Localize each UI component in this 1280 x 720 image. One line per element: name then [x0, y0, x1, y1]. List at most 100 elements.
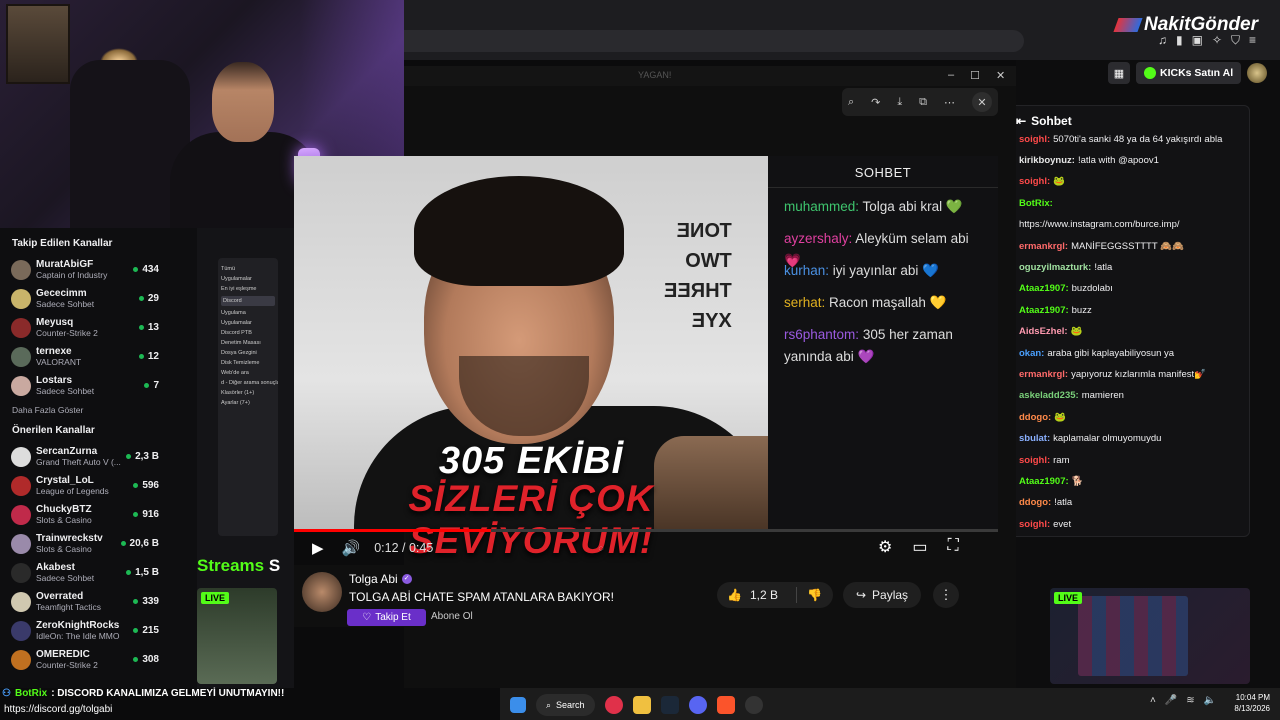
- share-arrow-icon[interactable]: ↷: [871, 96, 880, 109]
- sidebar-channel-chuckybtz[interactable]: ChuckyBTZ Slots & Casino 916: [0, 500, 197, 529]
- extensions-icon[interactable]: ✧: [1212, 33, 1222, 48]
- chat-username[interactable]: oguzyilmazturk:: [1019, 262, 1091, 273]
- chat-username[interactable]: kurhan:: [784, 263, 829, 278]
- chat-username[interactable]: ermankrgl:: [1019, 369, 1068, 380]
- chat-username[interactable]: Ataaz1907:: [1019, 476, 1069, 487]
- chat-username[interactable]: ddogo:: [1019, 412, 1051, 423]
- chat-username[interactable]: AidsEzhel:: [1019, 326, 1068, 337]
- search-panel-item[interactable]: Discord: [221, 296, 275, 306]
- sidebar-channel-crystal_lol[interactable]: Crystal_LoL League of Legends 596: [0, 471, 197, 500]
- sidebar-channel-trainwreckstv[interactable]: Trainwreckstv Slots & Casino 20,6 B: [0, 529, 197, 558]
- search-panel-item[interactable]: Discord PTB: [221, 330, 275, 336]
- search-panel-item[interactable]: Denetim Masası: [221, 340, 275, 346]
- search-panel-item[interactable]: Web'de ara: [221, 370, 275, 376]
- chat-username[interactable]: ermankrgl:: [1019, 241, 1068, 252]
- chat-username[interactable]: kirikboynuz:: [1019, 155, 1075, 166]
- theater-mode-icon[interactable]: ▭: [912, 537, 927, 557]
- wifi-icon[interactable]: ≋: [1186, 695, 1194, 706]
- live-stream-thumbnail[interactable]: LIVE: [1050, 588, 1250, 684]
- shield-icon[interactable]: ⛉: [1231, 33, 1240, 48]
- share-button[interactable]: ↪ Paylaş: [843, 582, 921, 608]
- sidebar-channel-ternexe[interactable]: ternexe VALORANT 12: [0, 342, 197, 371]
- chat-username[interactable]: soighl:: [1019, 134, 1050, 145]
- sidebar-channel-omeredic[interactable]: OMEREDIC Counter-Strike 2 308: [0, 645, 197, 674]
- taskbar-clock[interactable]: 10:04 PM 8/13/2026: [1226, 692, 1270, 714]
- user-avatar[interactable]: [1247, 63, 1268, 83]
- chat-username[interactable]: soighl:: [1019, 455, 1050, 466]
- chat-username[interactable]: sbulat:: [1019, 433, 1050, 444]
- chat-username[interactable]: Ataaz1907:: [1019, 305, 1069, 316]
- channel-name[interactable]: Tolga Abi ✓: [349, 572, 412, 586]
- chat-username[interactable]: muhammed:: [784, 199, 859, 214]
- steam-icon[interactable]: [660, 696, 679, 714]
- chat-username[interactable]: rs6phantom:: [784, 327, 859, 342]
- follow-button[interactable]: ♡ Takip Et: [347, 609, 426, 626]
- chat-username[interactable]: ddogo:: [1019, 497, 1051, 508]
- chat-username[interactable]: askeladd235:: [1019, 390, 1079, 401]
- brave-icon[interactable]: [716, 696, 735, 714]
- close-viewer-icon[interactable]: ✕: [971, 92, 992, 112]
- search-panel-item[interactable]: Uygulama: [221, 310, 275, 316]
- chat-username[interactable]: BotRix:: [1019, 198, 1053, 209]
- menu-icon[interactable]: ≡: [1249, 33, 1256, 48]
- app-icon-1[interactable]: [604, 696, 623, 714]
- sidebar-channel-zeroknightrocks[interactable]: ZeroKnightRocks IdleOn: The Idle MMO 215: [0, 616, 197, 645]
- music-icon[interactable]: ♫: [1158, 33, 1167, 48]
- sidebar-channel-gececimm[interactable]: Gececimm Sadece Sohbet 29: [0, 284, 197, 313]
- volume-icon[interactable]: 🔊: [342, 539, 361, 557]
- file-explorer-icon[interactable]: [632, 696, 651, 714]
- search-panel-item[interactable]: Disk Temizleme: [221, 360, 275, 366]
- search-box[interactable]: ⌕ Search: [536, 694, 595, 716]
- ticker-line-2[interactable]: https://discord.gg/tolgabi: [4, 704, 112, 715]
- kicks-buy-button[interactable]: KICKs Satın Al: [1136, 62, 1242, 84]
- show-more-link[interactable]: Daha Fazla Göster: [0, 405, 197, 415]
- dislike-icon[interactable]: 👎: [807, 588, 822, 602]
- search-panel-item[interactable]: d - Diğer arama sonuçlarını gör: [221, 380, 278, 386]
- address-bar[interactable]: [404, 30, 1024, 52]
- close-window-icon[interactable]: ✕: [996, 69, 1005, 82]
- speaker-icon[interactable]: 🔈: [1204, 695, 1216, 706]
- subscribe-button[interactable]: Abone Ol: [431, 609, 473, 624]
- more-options-icon[interactable]: ⋯: [944, 96, 955, 109]
- search-panel-item[interactable]: Tümü: [221, 266, 275, 272]
- search-panel-item[interactable]: Klasörler (1+): [221, 390, 275, 396]
- fullscreen-icon[interactable]: ⛶: [947, 537, 958, 557]
- maximize-icon[interactable]: ☐: [970, 69, 980, 82]
- obs-icon[interactable]: [744, 696, 763, 714]
- wallet-icon[interactable]: ▣: [1192, 33, 1203, 48]
- search-panel-item[interactable]: Uygulamalar: [221, 276, 275, 282]
- more-actions-button[interactable]: ⋮: [933, 582, 959, 608]
- play-icon[interactable]: ▶: [312, 539, 324, 557]
- search-panel-item[interactable]: Uygulamalar: [221, 320, 275, 326]
- chat-username[interactable]: soighl:: [1019, 519, 1050, 530]
- sidebar-channel-muratabigf[interactable]: MuratAbiGF Captain of Industry 434: [0, 255, 197, 284]
- search-panel-item[interactable]: Dosya Gezgini: [221, 350, 275, 356]
- collapse-icon[interactable]: ⇤: [1016, 114, 1026, 128]
- start-icon[interactable]: [510, 697, 526, 713]
- chat-username[interactable]: serhat:: [784, 295, 825, 310]
- channel-avatar[interactable]: [302, 572, 342, 612]
- chevron-up-icon[interactable]: ˄: [1150, 695, 1156, 706]
- chat-username[interactable]: soighl:: [1019, 176, 1050, 187]
- sidebar-channel-meyusq[interactable]: Meyusq Counter-Strike 2 13: [0, 313, 197, 342]
- discord-icon[interactable]: [688, 696, 707, 714]
- chat-username[interactable]: ayzershaly:: [784, 231, 852, 246]
- chat-username[interactable]: okan:: [1019, 348, 1044, 359]
- sidebar-channel-overrated[interactable]: Overrated Teamfight Tactics 339: [0, 587, 197, 616]
- dashboard-icon[interactable]: ▦: [1108, 62, 1130, 84]
- sidebar-channel-lostars[interactable]: Lostars Sadece Sohbet 7: [0, 371, 197, 400]
- download-icon[interactable]: ⤓: [897, 96, 902, 109]
- search-panel-item[interactable]: En iyi eşleşme: [221, 286, 275, 292]
- stream-thumbnail[interactable]: LIVE: [197, 588, 277, 684]
- sidebar-icon[interactable]: ▮: [1176, 33, 1183, 48]
- mic-icon[interactable]: 🎤: [1165, 695, 1177, 706]
- like-icon[interactable]: 👍: [727, 588, 742, 602]
- chat-username[interactable]: Ataaz1907:: [1019, 283, 1069, 294]
- zoom-icon[interactable]: ⌕: [848, 96, 854, 109]
- sidebar-channel-akabest[interactable]: Akabest Sadece Sohbet 1,5 B: [0, 558, 197, 587]
- search-panel-item[interactable]: Ayarlar (7+): [221, 400, 275, 406]
- settings-icon[interactable]: ⚙: [878, 537, 892, 557]
- minimize-icon[interactable]: –: [948, 69, 954, 82]
- sidebar-channel-sercanzurna[interactable]: SercanZurna Grand Theft Auto V (... 2,3 B: [0, 442, 197, 471]
- open-external-icon[interactable]: ⧉: [919, 96, 927, 109]
